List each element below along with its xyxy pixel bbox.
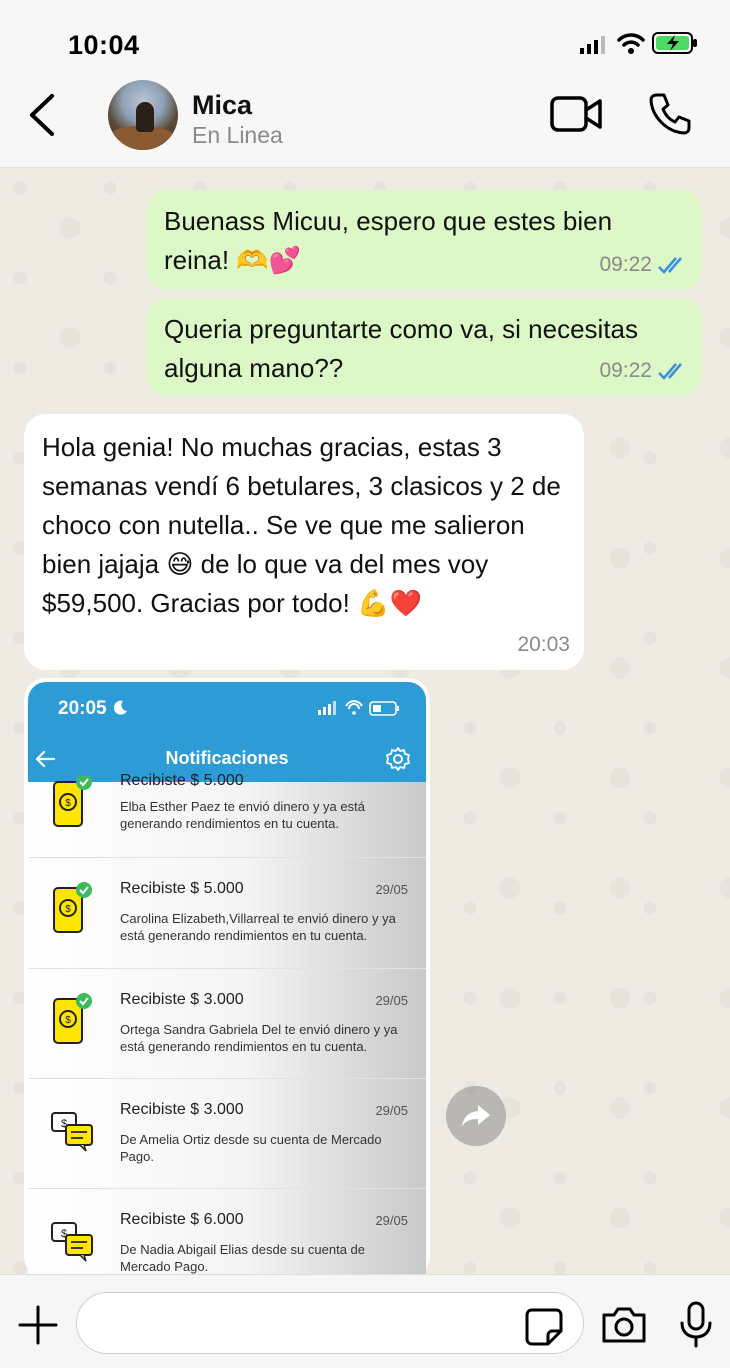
status-time: 10:04 bbox=[68, 30, 140, 60]
status-indicators-icon bbox=[318, 700, 399, 716]
message-text: Queria preguntarte como va, si necesitas… bbox=[164, 314, 639, 383]
chat-area[interactable]: Buenass Micuu, espero que estes bien rei… bbox=[0, 168, 730, 1274]
video-call-icon[interactable] bbox=[550, 96, 602, 132]
phone-coin-icon: $ bbox=[53, 776, 92, 827]
chat-header: Mica En Linea bbox=[0, 80, 730, 168]
notification-date: 29/05 bbox=[375, 993, 408, 1008]
svg-text:$: $ bbox=[65, 1015, 71, 1026]
phone-call-icon[interactable] bbox=[648, 92, 692, 136]
notification-title: Recibiste $ 5.000 bbox=[120, 880, 244, 897]
notification-item[interactable]: $ Recibiste $ 3.000 29/05 Ortega Sandra … bbox=[28, 969, 426, 1079]
signal-icon bbox=[580, 36, 605, 54]
message-bubble-outgoing[interactable]: Buenass Micuu, espero que estes bien rei… bbox=[146, 190, 702, 290]
avatar[interactable] bbox=[108, 80, 178, 150]
battery-charging-icon bbox=[652, 32, 697, 54]
message-bubble-incoming[interactable]: Hola genia! No muchas gracias, estas 3 s… bbox=[24, 414, 584, 670]
notification-title: Recibiste $ 5.000 bbox=[120, 772, 244, 789]
notification-body: Ortega Sandra Gabriela Del te envió dine… bbox=[120, 1022, 398, 1054]
camera-icon[interactable] bbox=[600, 1305, 648, 1345]
image-message[interactable]: 20:05 Notificaciones $ Recibiste $ 5.000… bbox=[24, 678, 430, 1274]
phone-coin-icon: $ bbox=[53, 882, 92, 933]
contact-status: En Linea bbox=[192, 122, 283, 148]
screenshot-time: 20:05 bbox=[58, 698, 107, 719]
svg-text:$: $ bbox=[65, 798, 71, 809]
shared-screenshot[interactable]: 20:05 Notificaciones $ Recibiste $ 5.000… bbox=[28, 682, 426, 1274]
microphone-icon[interactable] bbox=[676, 1301, 716, 1349]
notification-body: De Amelia Ortiz desde su cuenta de Merca… bbox=[120, 1132, 382, 1164]
message-input[interactable] bbox=[76, 1292, 584, 1354]
contact-name[interactable]: Mica bbox=[192, 90, 252, 121]
notification-title: Recibiste $ 3.000 bbox=[120, 991, 244, 1008]
notification-body: Elba Esther Paez te envió dinero y ya es… bbox=[120, 799, 365, 831]
double-check-icon bbox=[658, 362, 682, 380]
message-time: 09:22 bbox=[599, 253, 652, 276]
chat-money-icon: $ bbox=[51, 1112, 93, 1152]
notification-body: De Nadia Abigail Elias desde su cuenta d… bbox=[120, 1242, 365, 1274]
message-text: Buenass Micuu, espero que estes bien rei… bbox=[164, 206, 613, 275]
phone-coin-icon: $ bbox=[53, 993, 92, 1044]
notification-date: 29/05 bbox=[375, 1213, 408, 1228]
back-icon[interactable] bbox=[24, 92, 64, 138]
message-text: Hola genia! No muchas gracias, estas 3 s… bbox=[42, 432, 561, 618]
wifi-icon bbox=[617, 33, 645, 54]
notification-body: Carolina Elizabeth,Villarreal te envió d… bbox=[120, 911, 396, 943]
forward-icon bbox=[462, 1105, 490, 1127]
svg-text:$: $ bbox=[65, 904, 71, 915]
sticker-icon[interactable] bbox=[524, 1307, 564, 1347]
forward-button[interactable] bbox=[446, 1086, 506, 1146]
notification-date: 29/05 bbox=[375, 882, 408, 897]
plus-icon[interactable] bbox=[18, 1305, 58, 1345]
notification-item[interactable]: $ Recibiste $ 3.000 29/05 De Amelia Orti… bbox=[28, 1079, 426, 1189]
message-bubble-outgoing[interactable]: Queria preguntarte como va, si necesitas… bbox=[146, 298, 702, 396]
status-bar: 10:04 bbox=[0, 0, 730, 80]
message-time: 20:03 bbox=[517, 633, 570, 656]
notification-title: Recibiste $ 3.000 bbox=[120, 1101, 244, 1118]
moon-icon bbox=[113, 700, 127, 715]
notification-item[interactable]: $ Recibiste $ 6.000 29/05 De Nadia Abiga… bbox=[28, 1189, 426, 1274]
screenshot-title: Notificaciones bbox=[165, 748, 289, 768]
chat-money-icon: $ bbox=[51, 1222, 93, 1262]
notification-title: Recibiste $ 6.000 bbox=[120, 1211, 244, 1228]
gear-icon[interactable] bbox=[385, 746, 411, 772]
input-bar bbox=[0, 1274, 730, 1368]
double-check-icon bbox=[658, 256, 682, 274]
notification-item[interactable]: $ Recibiste $ 5.000 29/05 Carolina Eliza… bbox=[28, 858, 426, 969]
notification-date: 29/05 bbox=[375, 1103, 408, 1118]
message-time: 09:22 bbox=[599, 359, 652, 382]
notification-item[interactable]: $ Recibiste $ 5.000 Elba Esther Paez te … bbox=[28, 772, 426, 858]
